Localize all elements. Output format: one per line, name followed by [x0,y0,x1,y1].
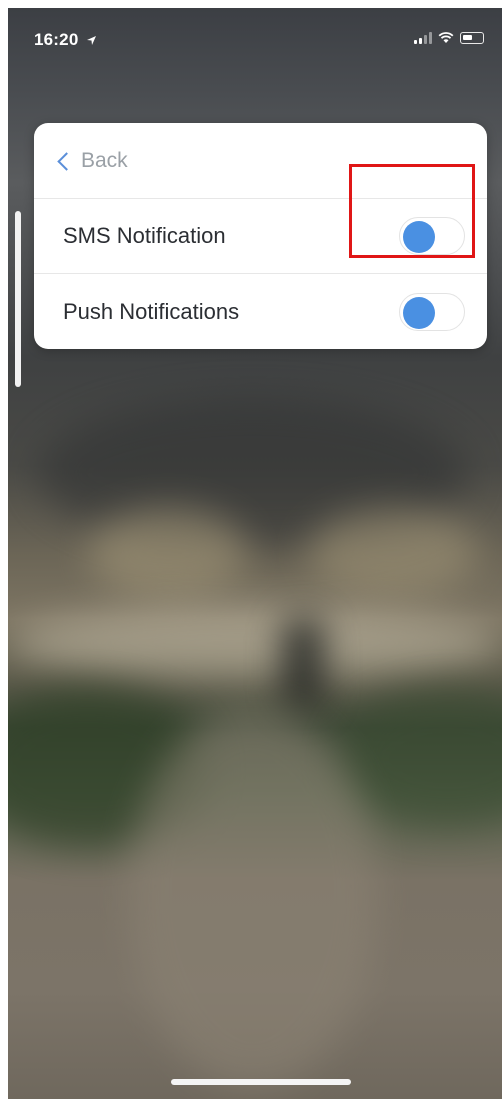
wifi-icon [438,32,454,43]
toggle-knob [403,296,435,329]
background-blur [8,608,502,678]
sms-notification-label: SMS Notification [63,223,226,248]
push-notifications-toggle[interactable] [399,292,465,331]
cellular-signal-icon [414,32,432,44]
background-blur [128,708,378,1088]
chevron-left-icon [57,151,76,171]
highlight-annotation-box [349,164,475,258]
background-blur [88,508,248,598]
status-bar: 16:20 [8,8,502,58]
status-icons [414,32,484,44]
push-notifications-label: Push Notifications [63,298,240,324]
home-indicator[interactable] [171,1079,351,1085]
location-arrow-icon [87,36,97,46]
background-blur [308,508,478,598]
back-label: Back [81,148,128,172]
scroll-indicator[interactable] [15,211,21,387]
time-text: 16:20 [34,30,79,49]
background-blur [283,618,323,708]
status-time: 16:20 [34,30,97,50]
battery-icon [460,32,484,44]
push-notifications-row: Push Notifications [34,274,487,349]
